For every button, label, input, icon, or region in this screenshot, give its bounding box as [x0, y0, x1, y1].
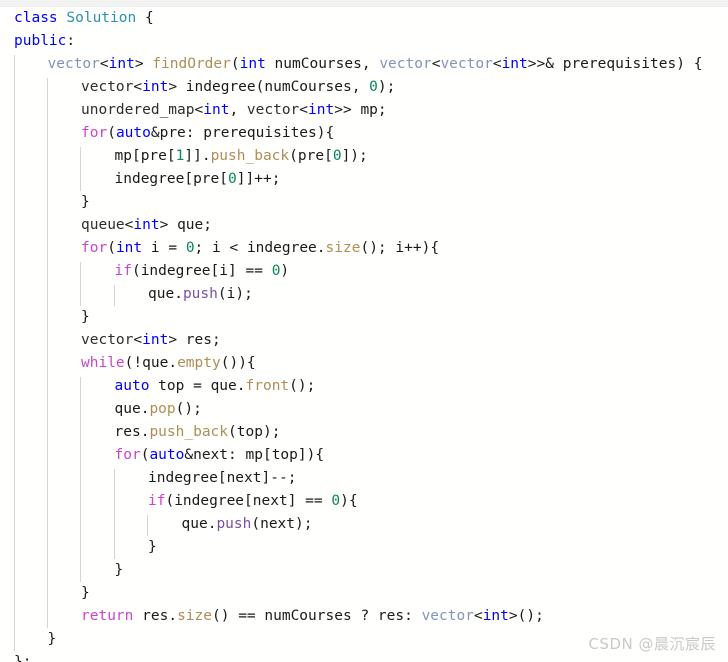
code-screenshot: class Solution {public: vector<int> findO…: [0, 0, 728, 662]
code-line[interactable]: for(auto&pre: prerequisites){: [0, 122, 334, 145]
code-line[interactable]: }: [0, 306, 90, 329]
code-line[interactable]: while(!que.empty()){: [0, 352, 256, 375]
code-line[interactable]: class Solution {: [0, 7, 154, 30]
code-line[interactable]: }: [0, 582, 90, 605]
code-line[interactable]: que.pop();: [0, 398, 202, 421]
code-line[interactable]: }: [0, 191, 90, 214]
code-line[interactable]: for(auto&next: mp[top]){: [0, 444, 325, 467]
code-line[interactable]: if(indegree[i] == 0): [0, 260, 290, 283]
code-line[interactable]: res.push_back(top);: [0, 421, 281, 444]
code-line[interactable]: for(int i = 0; i < indegree.size(); i++)…: [0, 237, 439, 260]
code-line[interactable]: vector<int> findOrder(int numCourses, ve…: [0, 53, 703, 76]
code-line[interactable]: indegree[pre[0]]++;: [0, 168, 281, 191]
code-line[interactable]: vector<int> res;: [0, 329, 221, 352]
code-line[interactable]: }: [0, 559, 124, 582]
code-line[interactable]: indegree[next]--;: [0, 467, 296, 490]
csdn-watermark: CSDN @晨沉宸辰: [588, 635, 716, 653]
code-line[interactable]: auto top = que.front();: [0, 375, 316, 398]
code-line[interactable]: if(indegree[next] == 0){: [0, 490, 358, 513]
code-line[interactable]: que.push(i);: [0, 283, 253, 306]
code-line[interactable]: public:: [0, 30, 75, 53]
code-line[interactable]: }: [0, 628, 57, 651]
editor-top-strip: [0, 0, 728, 7]
code-line[interactable]: };: [0, 651, 31, 662]
code-line[interactable]: que.push(next);: [0, 513, 313, 536]
code-line[interactable]: return res.size() == numCourses ? res: v…: [0, 605, 544, 628]
code-line[interactable]: unordered_map<int, vector<int>> mp;: [0, 99, 387, 122]
code-line[interactable]: vector<int> indegree(numCourses, 0);: [0, 76, 395, 99]
code-line[interactable]: mp[pre[1]].push_back(pre[0]);: [0, 145, 368, 168]
code-line[interactable]: queue<int> que;: [0, 214, 212, 237]
code-line[interactable]: }: [0, 536, 157, 559]
code-editor-area[interactable]: class Solution {public: vector<int> findO…: [0, 7, 728, 662]
